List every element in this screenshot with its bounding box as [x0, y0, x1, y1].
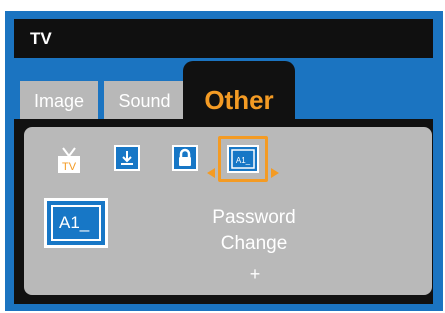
tab-sound[interactable]: Sound	[104, 81, 185, 119]
tv-antenna-icon[interactable]: TV	[57, 146, 81, 174]
password-icon-label: A1_	[236, 156, 251, 165]
expand-plus-icon[interactable]: +	[240, 264, 270, 285]
tab-other[interactable]: Other	[183, 61, 295, 125]
password-icon[interactable]: A1_	[227, 145, 259, 173]
arrow-right-icon[interactable]	[271, 165, 279, 183]
lock-icon[interactable]	[172, 145, 198, 171]
selected-item-description: Password Change	[168, 205, 340, 257]
download-icon[interactable]	[114, 145, 140, 171]
arrow-left-icon[interactable]	[207, 165, 215, 183]
selected-item-icon: A1_	[44, 198, 108, 248]
tv-icon-label: TV	[62, 161, 77, 173]
description-line-2: Change	[220, 233, 288, 254]
window-title: TV	[14, 19, 433, 58]
tab-image[interactable]: Image	[20, 81, 98, 119]
description-line-1: Password	[212, 207, 296, 228]
selected-item-icon-label: A1_	[51, 205, 101, 241]
